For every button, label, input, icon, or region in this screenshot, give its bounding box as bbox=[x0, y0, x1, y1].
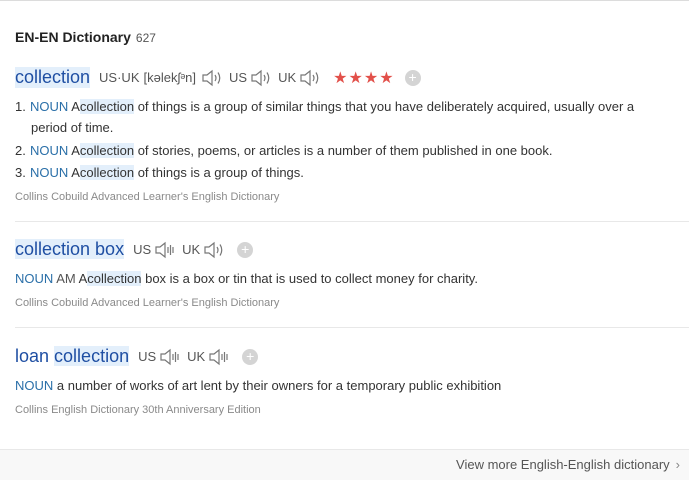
entry-3-header: loan collection US UK + bbox=[15, 346, 259, 367]
pron-label: UK bbox=[187, 349, 206, 364]
highlight-term: collection bbox=[79, 165, 135, 180]
definition-pre: A bbox=[71, 143, 80, 158]
pron-label: US·UK bbox=[99, 70, 140, 85]
result-count: 627 bbox=[135, 31, 156, 45]
phonetic: [kəlekʃᵊn] bbox=[143, 70, 197, 85]
pos-label: NOUN bbox=[30, 99, 69, 114]
entry-2-header: collection box US UK + bbox=[15, 239, 254, 260]
speaker-icon[interactable] bbox=[159, 348, 181, 366]
dictionary-source[interactable]: Collins Cobuild Advanced Learner's Engli… bbox=[15, 297, 279, 309]
definition-item: NOUN a number of works of art lent by th… bbox=[15, 375, 501, 396]
view-more-link[interactable]: View more English-English dictionary › bbox=[456, 457, 680, 472]
highlight-term: collection bbox=[79, 99, 135, 114]
entry-1-header: collection US·UK [kəlekʃᵊn] US UK ★★★★ + bbox=[15, 67, 421, 88]
speaker-icon[interactable] bbox=[299, 69, 321, 87]
region-tag: AM bbox=[56, 271, 76, 286]
definition-item: 2. NOUN Acollection of stories, poems, or… bbox=[15, 140, 552, 161]
definition-pre: A bbox=[71, 99, 80, 114]
definition-text: of things is a group of things. bbox=[137, 165, 304, 180]
definition-text: of stories, poems, or articles is a numb… bbox=[137, 143, 553, 158]
definition-number: 2. bbox=[15, 143, 26, 158]
headword-highlight: collection bbox=[54, 346, 130, 366]
frequency-stars: ★★★★ bbox=[333, 69, 395, 87]
pos-label: NOUN bbox=[15, 271, 54, 286]
definition-text: of things is a group of similar things t… bbox=[137, 99, 635, 114]
dictionary-source[interactable]: Collins Cobuild Advanced Learner's Engli… bbox=[15, 191, 279, 203]
definition-number: 3. bbox=[15, 165, 26, 180]
speaker-icon[interactable] bbox=[201, 69, 223, 87]
add-icon[interactable]: + bbox=[242, 348, 259, 365]
definition-text: box is a box or tin that is used to coll… bbox=[145, 271, 478, 286]
definition-item: 3. NOUN Acollection of things is a group … bbox=[15, 162, 304, 183]
definition-pre: A bbox=[78, 271, 88, 286]
dictionary-source[interactable]: Collins English Dictionary 30th Annivers… bbox=[15, 404, 261, 416]
definition-item: NOUN AM Acollection box is a box or tin … bbox=[15, 268, 478, 289]
dictionary-title: EN-EN Dictionary bbox=[15, 29, 131, 45]
speaker-icon[interactable] bbox=[250, 69, 272, 87]
entry-divider bbox=[15, 327, 689, 328]
pron-label: US bbox=[138, 349, 157, 364]
speaker-icon[interactable] bbox=[203, 241, 225, 259]
headword-link[interactable]: loan collection bbox=[15, 346, 130, 367]
definition-text: a number of works of art lent by their o… bbox=[56, 378, 502, 393]
pron-label: UK bbox=[182, 242, 201, 257]
top-rule bbox=[0, 0, 689, 1]
headword-link[interactable]: collection box bbox=[15, 239, 125, 260]
definition-item: 1. NOUN Acollection of things is a group … bbox=[15, 96, 634, 117]
speaker-icon[interactable] bbox=[154, 241, 176, 259]
footer-bar: View more English-English dictionary › bbox=[0, 449, 689, 480]
speaker-icon[interactable] bbox=[208, 348, 230, 366]
pos-label: NOUN bbox=[30, 165, 69, 180]
add-icon[interactable]: + bbox=[404, 69, 421, 86]
headword-link[interactable]: collection bbox=[15, 67, 91, 88]
highlight-term: collection bbox=[87, 271, 142, 286]
add-icon[interactable]: + bbox=[237, 241, 254, 258]
definition-continuation: period of time. bbox=[31, 120, 114, 135]
pron-label: US bbox=[229, 70, 248, 85]
definition-number: 1. bbox=[15, 99, 26, 114]
pron-label: US bbox=[133, 242, 152, 257]
pron-label: UK bbox=[278, 70, 297, 85]
entry-divider bbox=[15, 221, 689, 222]
definition-pre: A bbox=[71, 165, 80, 180]
view-more-label: View more English-English dictionary bbox=[456, 457, 670, 472]
pos-label: NOUN bbox=[15, 378, 54, 393]
dictionary-header: EN-EN Dictionary 627 bbox=[15, 29, 156, 45]
chevron-right-icon: › bbox=[675, 457, 680, 472]
headword-text: collection box bbox=[15, 239, 125, 259]
headword-text: loan bbox=[15, 346, 50, 366]
pos-label: NOUN bbox=[30, 143, 69, 158]
highlight-term: collection bbox=[79, 143, 135, 158]
